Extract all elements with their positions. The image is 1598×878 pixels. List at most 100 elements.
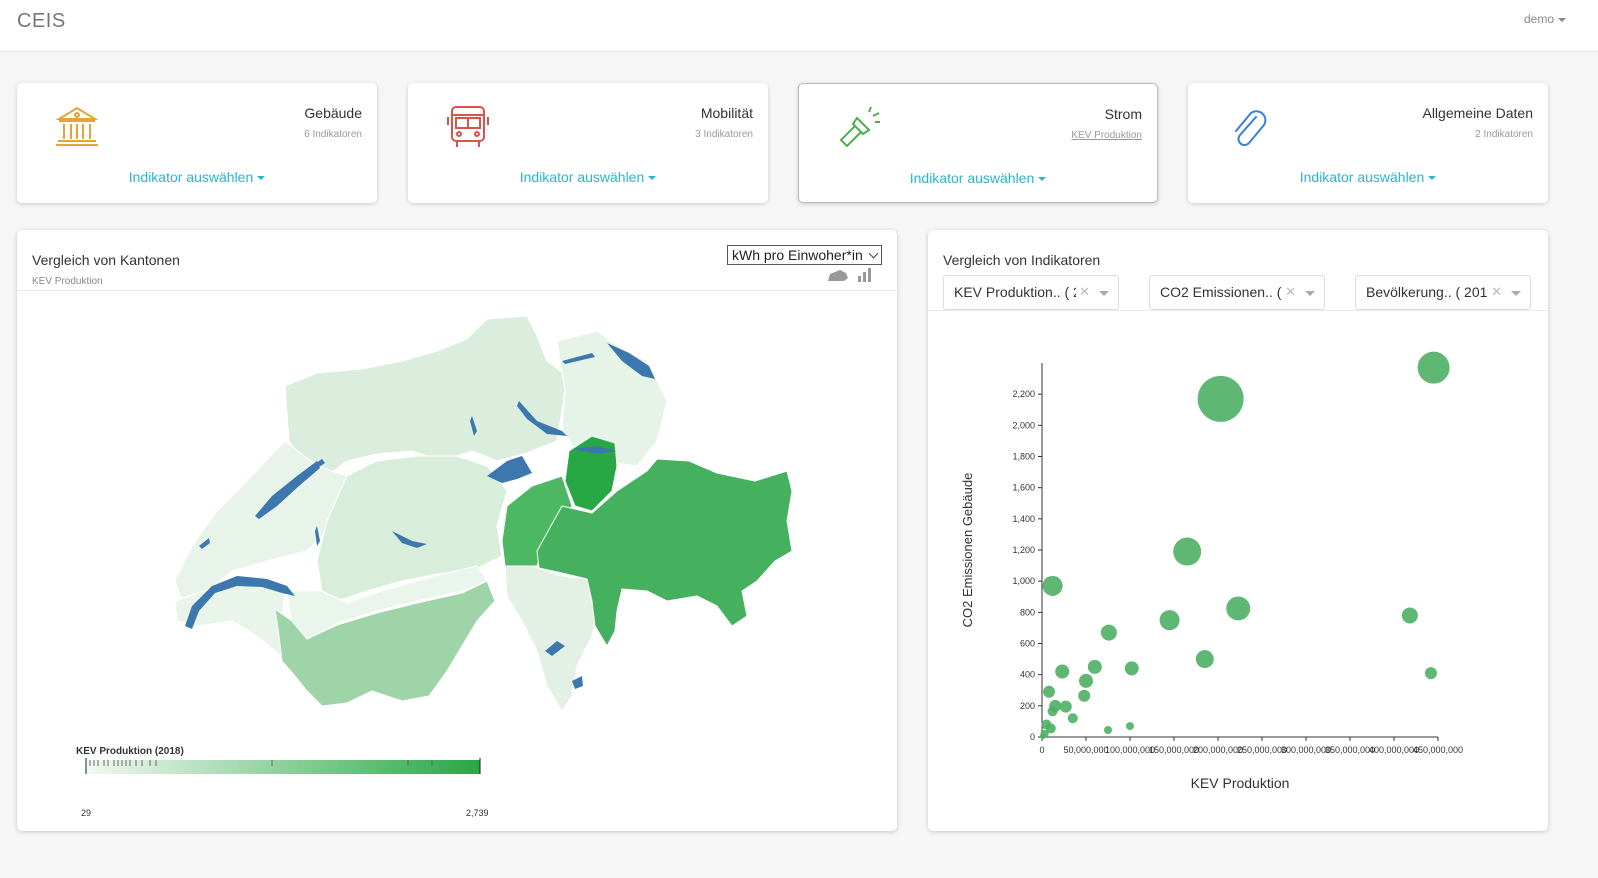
data-point[interactable] [1226,596,1251,621]
y-tick-label: 2,200 [1012,389,1035,399]
indicator-select-dropdown[interactable]: Indikator auswählen [408,169,768,185]
x-tick-label: 0 [1039,745,1044,755]
indicator-comparison-panel: Vergleich von Indikatoren KEV Produktion… [928,230,1548,831]
data-point[interactable] [1126,722,1134,731]
select-value: KEV Produktion.. ( 2018 ) [954,284,1076,300]
data-point[interactable] [1087,659,1102,674]
y-tick-label: 2,000 [1012,420,1035,430]
data-point[interactable] [1059,700,1072,713]
bar-chart-view-icon[interactable] [858,268,871,282]
card-subtitle: 3 Indikatoren [695,129,753,140]
y-tick-label: 200 [1020,701,1035,711]
clear-icon[interactable]: ✕ [1491,284,1502,300]
data-point[interactable] [1043,685,1056,698]
x-axis-label: KEV Produktion [1191,775,1290,791]
canton-comparison-panel: Vergleich von Kantonen KEV Produktion kW… [17,230,897,831]
data-point[interactable] [1039,733,1046,740]
indicator-y-select[interactable]: CO2 Emissionen.. ( 2018 )✕ [1149,275,1325,310]
indicator-select-label: Indikator auswählen [1299,169,1425,185]
y-tick-label: 1,600 [1012,483,1035,493]
brand-logo[interactable]: CEIS [17,10,66,33]
data-point[interactable] [1100,624,1117,641]
unit-select[interactable]: kWh pro Einwoher*in [727,245,882,265]
x-tick-label: 250,000,000 [1237,745,1287,755]
x-tick-label: 100,000,000 [1105,745,1155,755]
data-point[interactable] [1067,713,1078,724]
card-title: Strom [1104,106,1142,122]
y-tick-label: 1,000 [1012,576,1035,586]
category-card-strom[interactable]: Strom KEV Produktion Indikator auswählen [798,83,1158,203]
data-point[interactable] [1159,610,1180,631]
panel-divider [928,310,1548,311]
select-value: Bevölkerung.. ( 2018 ) [1366,284,1488,300]
data-point[interactable] [1197,375,1244,422]
card-subtitle: 2 Indikatoren [1475,129,1533,140]
caret-down-icon [1038,177,1047,182]
caret-down-icon [1428,176,1437,181]
building-icon [55,106,99,146]
caret-down-icon[interactable] [1099,291,1109,296]
indicator-select-dropdown[interactable]: Indikator auswählen [799,170,1157,186]
legend-title: KEV Produktion (2018) [76,746,184,757]
select-value: CO2 Emissionen.. ( 2018 ) [1160,284,1282,300]
data-point[interactable] [1078,689,1091,702]
data-point[interactable] [1417,351,1450,384]
data-point[interactable] [1195,650,1214,669]
data-point[interactable] [1104,725,1112,734]
y-tick-label: 1,400 [1012,514,1035,524]
indicator-select-label: Indikator auswählen [909,170,1035,186]
map-view-icon[interactable] [828,270,848,281]
card-title: Mobilität [700,105,753,121]
clear-icon[interactable]: ✕ [1285,284,1296,300]
card-title: Allgemeine Daten [1422,105,1533,121]
data-point[interactable] [1424,667,1437,680]
card-subtitle-link[interactable]: KEV Produktion [1071,130,1142,141]
data-point[interactable] [1055,664,1070,679]
data-point[interactable] [1042,575,1063,596]
scatter-chart[interactable]: 0 200 400 600 800 1,000 1,200 1,400 1,600 1,800 2,… [928,330,1548,810]
bus-icon [447,106,489,147]
data-point[interactable] [1047,706,1058,717]
y-tick-label: 400 [1020,670,1035,680]
indicator-size-select[interactable]: Bevölkerung.. ( 2018 )✕ [1355,275,1531,310]
legend-gradient [85,758,481,774]
paperclip-icon [1235,110,1267,146]
category-card-gebaeude[interactable]: Gebäude 6 Indikatoren Indikator auswähle… [17,83,377,203]
indicator-x-select[interactable]: KEV Produktion.. ( 2018 )✕ [943,275,1119,310]
canton-region[interactable] [284,315,568,477]
caret-down-icon [257,176,266,181]
data-point[interactable] [1124,661,1139,676]
x-tick-label: 200,000,000 [1193,745,1243,755]
caret-down-icon[interactable] [1305,291,1315,296]
y-tick-label: 1,200 [1012,545,1035,555]
data-point[interactable] [1401,607,1418,624]
top-navbar: CEIS demo [0,0,1598,52]
canton-region[interactable] [504,565,598,712]
flashlight-icon [839,106,880,148]
y-tick-label: 0 [1030,732,1035,742]
x-tick-label: 400,000,000 [1369,745,1419,755]
card-subtitle: 6 Indikatoren [304,129,362,140]
indicator-select-dropdown[interactable]: Indikator auswählen [17,169,377,185]
legend-min: 29 [81,808,92,818]
caret-down-icon[interactable] [1511,291,1521,296]
panel-subtitle: KEV Produktion [32,276,103,287]
category-card-allgemeine-daten[interactable]: Allgemeine Daten 2 Indikatoren Indikator… [1188,83,1548,203]
indicator-select-dropdown[interactable]: Indikator auswählen [1188,169,1548,185]
user-menu[interactable]: demo [1524,12,1566,26]
data-point[interactable] [1079,673,1093,688]
y-tick-label: 800 [1020,607,1035,617]
panel-title: Vergleich von Indikatoren [943,252,1101,268]
unit-select-value: kWh pro Einwoher*in [732,247,863,263]
x-tick-label: 350,000,000 [1325,745,1375,755]
x-tick-label: 450,000,000 [1413,745,1463,755]
y-tick-label: 1,800 [1012,452,1035,462]
category-card-mobilitaet[interactable]: Mobilität 3 Indikatoren Indikator auswäh… [408,83,768,203]
legend-max: 2,739 [466,808,489,818]
data-point[interactable] [1173,537,1202,566]
view-toggle [828,268,871,282]
chevron-down-icon [868,248,879,259]
x-tick-label: 50,000,000 [1063,745,1108,755]
y-tick-label: 600 [1020,639,1035,649]
clear-icon[interactable]: ✕ [1079,284,1090,300]
